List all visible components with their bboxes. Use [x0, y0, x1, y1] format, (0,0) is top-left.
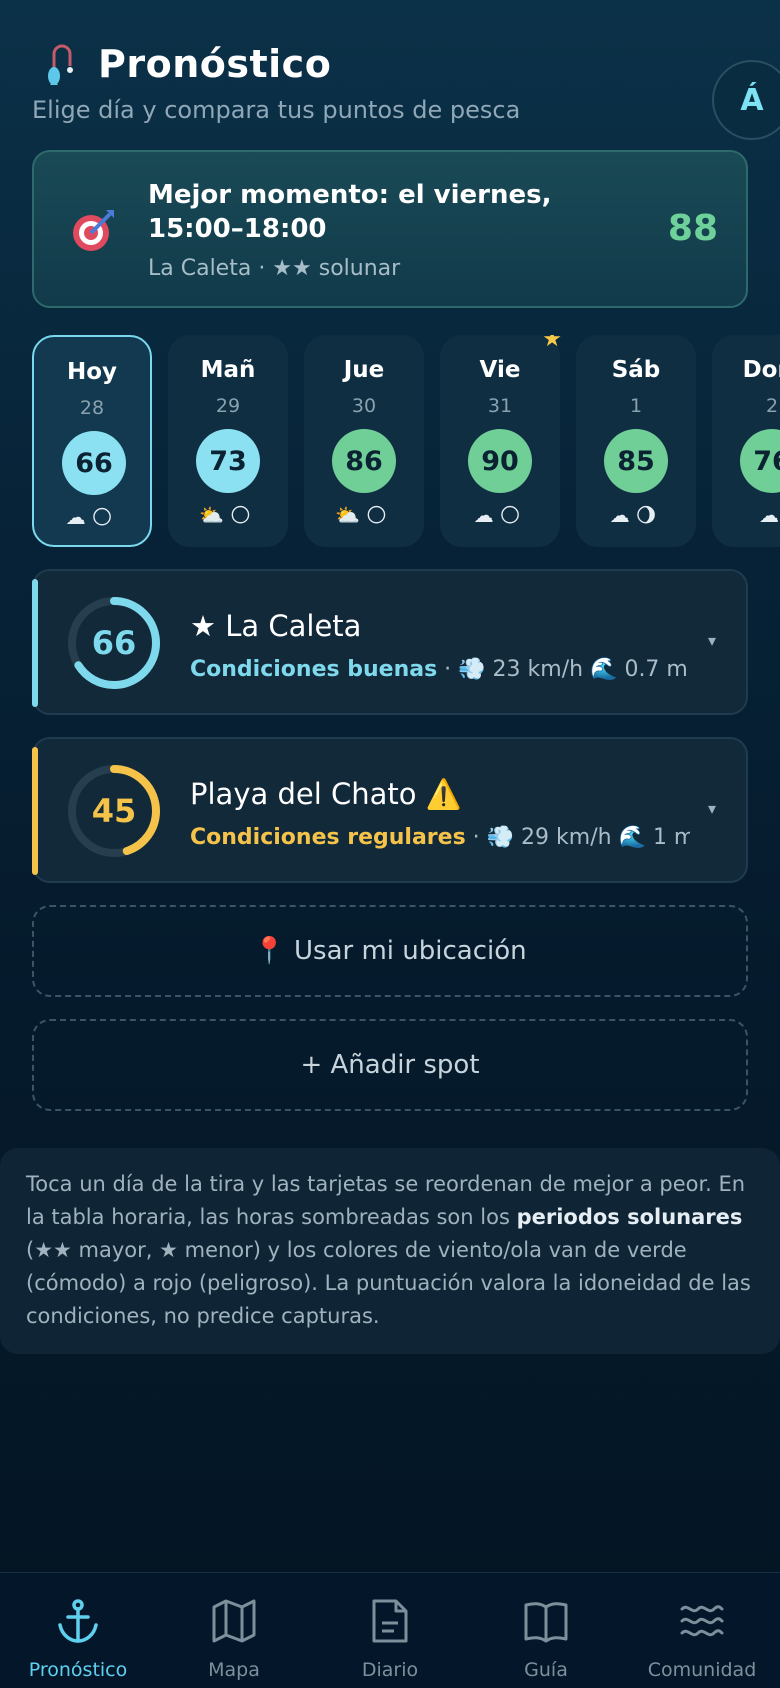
nav-label: Guía — [524, 1659, 568, 1681]
info-text-end: (★★ mayor, ★ menor) y los colores de vie… — [26, 1238, 751, 1328]
nav-item-pronostico[interactable]: Pronóstico — [0, 1573, 156, 1688]
day-score-badge: 73 — [196, 429, 260, 493]
day-name: Jue — [343, 357, 385, 383]
weather-moon-icons: ☁ — [759, 503, 780, 527]
day-name: Mañ — [200, 357, 256, 383]
page-subtitle: Elige día y compara tus puntos de pesca — [32, 96, 521, 124]
spot-accent-bar — [32, 747, 38, 875]
use-location-button[interactable]: 📍 Usar mi ubicación — [32, 905, 748, 997]
day-strip[interactable]: Hoy 28 66 ☁🌕 Mañ 29 73 ⛅🌕 Jue 30 86 ⛅🌕 ★… — [32, 335, 780, 550]
weather-moon-icons: ☁🌕 — [65, 505, 119, 529]
day-name: Sáb — [611, 357, 661, 383]
spot-card-la-caleta[interactable]: 66 ★ La Caleta Condiciones buenas · 💨 23… — [32, 569, 748, 715]
day-card-sab[interactable]: Sáb 1 85 ☁🌖 — [576, 335, 696, 547]
info-text-box: Toca un día de la tira y las tarjetas se… — [0, 1148, 780, 1354]
weather-moon-icons: ☁🌕 — [473, 503, 527, 527]
spot-score: 66 — [91, 624, 137, 662]
day-score-badge: 90 — [468, 429, 532, 493]
spot-card-playa-del-chato[interactable]: 45 Playa del Chato ⚠️ Condiciones regula… — [32, 737, 748, 883]
day-score-badge: 76 — [740, 429, 780, 493]
condition-label: Condiciones buenas — [190, 657, 438, 682]
anchor-icon — [58, 1599, 98, 1643]
spot-name: ★ La Caleta — [190, 609, 362, 643]
nav-item-mapa[interactable]: Mapa — [156, 1573, 312, 1688]
day-card-man[interactable]: Mañ 29 73 ⛅🌕 — [168, 335, 288, 547]
day-date: 2 — [765, 395, 779, 417]
add-spot-button[interactable]: + Añadir spot — [32, 1019, 748, 1111]
best-moment-subtitle: La Caleta · ★★ solunar — [148, 256, 401, 281]
best-day-star-icon: ★ — [542, 335, 562, 352]
best-moment-title: Mejor momento: el viernes, 15:00–18:00 — [148, 180, 552, 244]
day-date: 1 — [629, 395, 643, 417]
day-score-badge: 85 — [604, 429, 668, 493]
header: Pronóstico Elige día y compara tus punto… — [32, 40, 780, 140]
spot-name: Playa del Chato ⚠️ — [190, 777, 462, 811]
day-date: 29 — [215, 395, 241, 417]
document-icon — [372, 1599, 408, 1643]
page-title: Pronóstico — [98, 42, 332, 86]
info-text-bold: periodos solunares — [516, 1205, 743, 1229]
day-card-hoy[interactable]: Hoy 28 66 ☁🌕 — [32, 335, 152, 547]
nav-item-comunidad[interactable]: Comunidad — [624, 1573, 780, 1688]
expand-chevron-icon[interactable]: ▾ — [708, 799, 716, 818]
best-moment-card[interactable]: Mejor momento: el viernes, 15:00–18:00 L… — [32, 150, 748, 308]
day-card-vie[interactable]: ★ Vie 31 90 ☁🌕 — [440, 335, 562, 547]
day-date: 31 — [487, 395, 513, 417]
nav-label: Comunidad — [647, 1659, 757, 1681]
day-card-jue[interactable]: Jue 30 86 ⛅🌕 — [304, 335, 424, 547]
weather-moon-icons: ⛅🌕 — [199, 503, 257, 527]
waves-icon — [680, 1605, 724, 1637]
day-name: Dom — [742, 357, 780, 383]
day-score-badge: 66 — [62, 431, 126, 495]
spot-conditions: Condiciones buenas · 💨 23 km/h 🌊 0.7 m … — [190, 657, 690, 682]
spot-conditions: Condiciones regulares · 💨 29 km/h 🌊 1 m… — [190, 825, 690, 850]
day-date: 30 — [351, 395, 377, 417]
target-icon — [73, 210, 114, 251]
nav-item-guia[interactable]: Guía — [468, 1573, 624, 1688]
expand-chevron-icon[interactable]: ▾ — [708, 631, 716, 650]
bottom-navigation: Pronóstico Mapa Diario Guía Comunidad — [0, 1572, 780, 1688]
nav-label: Diario — [361, 1659, 419, 1681]
spot-details: · 💨 23 km/h 🌊 0.7 m … — [437, 657, 690, 682]
day-date: 28 — [79, 397, 105, 419]
book-icon — [524, 1602, 568, 1643]
day-name: Hoy — [66, 359, 118, 385]
nav-label: Mapa — [208, 1659, 260, 1681]
day-score-badge: 86 — [332, 429, 396, 493]
day-name: Vie — [479, 357, 521, 383]
fishing-icon — [48, 44, 73, 85]
spot-accent-bar — [32, 579, 38, 707]
condition-label: Condiciones regulares — [190, 825, 466, 850]
map-icon — [212, 1599, 256, 1643]
weather-moon-icons: ⛅🌕 — [335, 503, 393, 527]
best-moment-score: 88 — [667, 208, 718, 249]
font-size-toggle-button[interactable]: Á — [712, 60, 780, 140]
nav-item-diario[interactable]: Diario — [312, 1573, 468, 1688]
weather-moon-icons: ☁🌖 — [609, 503, 663, 527]
day-card-dom[interactable]: Dom 2 76 ☁ — [712, 335, 780, 547]
nav-label: Pronóstico — [28, 1659, 128, 1681]
spot-details: · 💨 29 km/h 🌊 1 m… — [472, 825, 690, 850]
spot-score: 45 — [91, 792, 137, 830]
